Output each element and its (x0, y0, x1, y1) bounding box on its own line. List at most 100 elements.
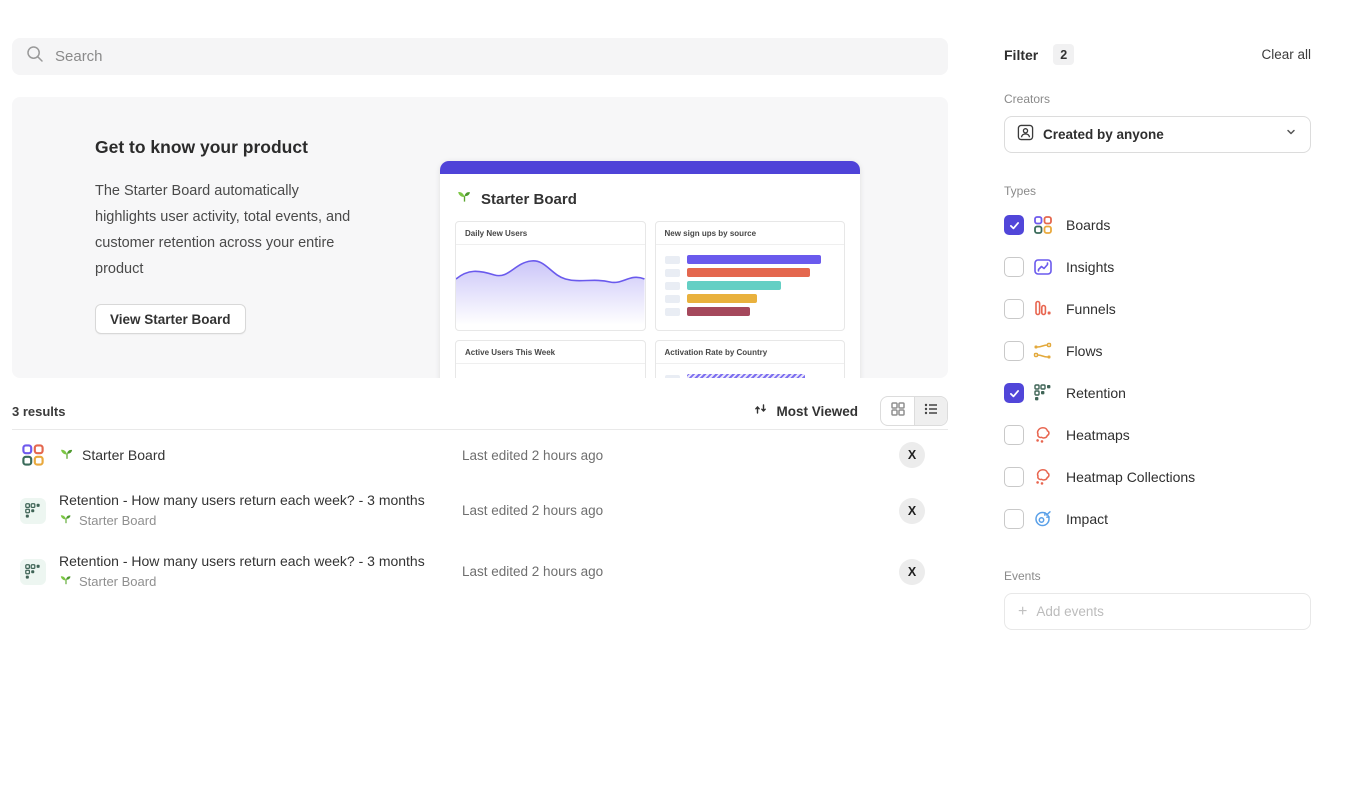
creator-avatar[interactable]: X (899, 498, 925, 524)
view-starter-board-button[interactable]: View Starter Board (95, 304, 246, 334)
board-header-bar (440, 161, 860, 174)
search-icon (25, 44, 45, 69)
panel-label: Activation Rate by Country (656, 341, 845, 364)
starter-board-preview: Starter Board Daily New Users New sign u… (440, 161, 860, 378)
checkbox-unchecked[interactable] (1004, 341, 1024, 361)
result-title: Retention - How many users return each w… (59, 492, 425, 508)
sprout-icon (59, 446, 75, 465)
type-label: Boards (1066, 217, 1110, 233)
signup-bars (656, 245, 845, 316)
result-row-retention-1[interactable]: Retention - How many users return each w… (12, 480, 948, 541)
checkbox-checked[interactable] (1004, 215, 1024, 235)
panel-new-signups: New sign ups by source (655, 221, 846, 331)
promo-description: The Starter Board automatically highligh… (95, 178, 353, 282)
panel-label: New sign ups by source (656, 222, 845, 245)
insights-icon (1033, 257, 1053, 277)
add-events-input[interactable]: + Add events (1004, 593, 1311, 630)
creators-dropdown-value: Created by anyone (1043, 127, 1164, 142)
promo-card: Get to know your product The Starter Boa… (12, 97, 948, 378)
result-title: Starter Board (82, 447, 165, 463)
checkbox-checked[interactable] (1004, 383, 1024, 403)
impact-icon (1033, 509, 1053, 529)
list-view-icon (923, 401, 939, 422)
sort-arrows-icon (753, 401, 769, 422)
flows-icon (1033, 341, 1053, 361)
creator-avatar[interactable]: X (899, 559, 925, 585)
events-section-label: Events (1004, 569, 1311, 583)
plus-icon: + (1018, 604, 1027, 620)
result-subtitle: Starter Board (79, 574, 156, 589)
result-subtitle: Starter Board (79, 513, 156, 528)
panel-active-users: Active Users This Week 204 (455, 340, 646, 378)
results-count: 3 results (12, 404, 65, 419)
search-input[interactable] (55, 48, 935, 65)
main-column: Get to know your product The Starter Boa… (12, 0, 948, 602)
type-filter-heatmap-collections[interactable]: Heatmap Collections (1004, 456, 1311, 498)
area-chart (456, 245, 645, 325)
result-title: Retention - How many users return each w… (59, 553, 425, 569)
type-filter-impact[interactable]: Impact (1004, 498, 1311, 540)
types-section-label: Types (1004, 184, 1311, 198)
grid-view-button[interactable] (881, 397, 914, 425)
clear-all-button[interactable]: Clear all (1261, 47, 1311, 62)
type-filter-boards[interactable]: Boards (1004, 204, 1311, 246)
sprout-icon (456, 188, 473, 210)
board-preview-title: Starter Board (481, 191, 577, 208)
panel-activation-rate: Activation Rate by Country (655, 340, 846, 378)
filter-count-badge: 2 (1053, 44, 1074, 65)
retention-icon (20, 559, 46, 585)
type-label: Heatmap Collections (1066, 469, 1195, 485)
search-bar[interactable] (12, 38, 948, 75)
type-label: Flows (1066, 343, 1103, 359)
type-filter-funnels[interactable]: Funnels (1004, 288, 1311, 330)
creators-dropdown[interactable]: Created by anyone (1004, 116, 1311, 153)
board-icon (20, 442, 46, 468)
type-label: Impact (1066, 511, 1108, 527)
heatmaps-icon (1033, 425, 1053, 445)
panel-daily-new-users: Daily New Users (455, 221, 646, 331)
creators-section-label: Creators (1004, 92, 1311, 106)
last-edited: Last edited 2 hours ago (462, 448, 603, 463)
sprout-icon (59, 573, 73, 590)
filter-title: Filter (1004, 47, 1038, 63)
person-badge-icon (1017, 124, 1034, 146)
grid-view-icon (890, 401, 906, 422)
retention-icon (20, 498, 46, 524)
type-label: Insights (1066, 259, 1114, 275)
retention-icon (1033, 383, 1053, 403)
type-filter-heatmaps[interactable]: Heatmaps (1004, 414, 1311, 456)
view-toggle (880, 396, 948, 426)
type-label: Retention (1066, 385, 1126, 401)
activation-bars (656, 364, 845, 378)
checkbox-unchecked[interactable] (1004, 425, 1024, 445)
funnels-icon (1033, 299, 1053, 319)
results-header: 3 results Most Viewed (12, 393, 948, 430)
checkbox-unchecked[interactable] (1004, 467, 1024, 487)
last-edited: Last edited 2 hours ago (462, 564, 603, 579)
sort-label: Most Viewed (776, 404, 858, 419)
type-filter-insights[interactable]: Insights (1004, 246, 1311, 288)
last-edited: Last edited 2 hours ago (462, 503, 603, 518)
active-users-value: 204 (456, 364, 645, 378)
panel-label: Active Users This Week (456, 341, 645, 364)
type-filter-retention[interactable]: Retention (1004, 372, 1311, 414)
result-row-starter-board[interactable]: Starter Board Last edited 2 hours ago X (12, 430, 948, 480)
add-events-placeholder: Add events (1036, 604, 1104, 619)
promo-title: Get to know your product (95, 137, 365, 158)
sort-control[interactable]: Most Viewed (753, 401, 858, 422)
boards-icon (1033, 215, 1053, 235)
checkbox-unchecked[interactable] (1004, 509, 1024, 529)
heatmap-collections-icon (1033, 467, 1053, 487)
list-view-button[interactable] (914, 397, 947, 425)
type-label: Funnels (1066, 301, 1116, 317)
type-filter-flows[interactable]: Flows (1004, 330, 1311, 372)
result-row-retention-2[interactable]: Retention - How many users return each w… (12, 541, 948, 602)
panel-label: Daily New Users (456, 222, 645, 245)
filter-sidebar: Filter 2 Clear all Creators Created by a… (1004, 0, 1311, 630)
checkbox-unchecked[interactable] (1004, 299, 1024, 319)
checkbox-unchecked[interactable] (1004, 257, 1024, 277)
sprout-icon (59, 512, 73, 529)
type-label: Heatmaps (1066, 427, 1130, 443)
chevron-down-icon (1284, 125, 1298, 144)
creator-avatar[interactable]: X (899, 442, 925, 468)
